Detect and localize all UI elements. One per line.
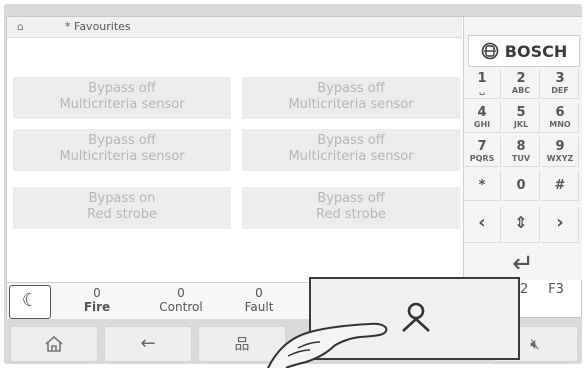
bosch-logo: BOSCH [468, 35, 580, 67]
key-letters: WXYZ [546, 154, 574, 163]
control-counter[interactable]: 0 Control [141, 286, 221, 314]
bosch-armature-icon [481, 42, 499, 60]
key-2[interactable]: 2 ABC [503, 69, 540, 99]
key-digit: 4 [477, 105, 487, 120]
cursor-right-button[interactable]: › [542, 207, 579, 243]
favourite-tile[interactable]: Bypass off Multicriteria sensor [242, 129, 460, 171]
night-mode-button[interactable]: ☾ [9, 285, 51, 319]
favourite-line2: Red strobe [87, 207, 157, 222]
fault-label: Fault [244, 300, 274, 314]
key-0[interactable]: 0 [503, 171, 540, 201]
chevron-right-icon: › [556, 212, 564, 233]
favourite-line1: Bypass off [317, 133, 385, 148]
fire-counter[interactable]: 0 Fire [57, 286, 137, 314]
touch-screen: ⌂ * Favourites Bypass off Multicriteria … [6, 16, 582, 319]
favourite-tile[interactable]: Bypass off Multicriteria sensor [13, 77, 231, 119]
favourite-line1: Bypass off [317, 81, 385, 96]
user-icon [402, 302, 430, 332]
key-4[interactable]: 4 GHI [464, 103, 501, 133]
key-hash[interactable]: # [542, 171, 579, 201]
key-digit: 8 [516, 139, 526, 154]
favourite-line1: Bypass off [88, 133, 156, 148]
title-bar: ⌂ * Favourites [7, 17, 462, 38]
cursor-left-button[interactable]: ‹ [464, 207, 501, 243]
brand-name: BOSCH [504, 41, 568, 61]
back-arrow-icon: ← [140, 333, 156, 354]
fire-count: 0 [93, 286, 101, 300]
favourite-line2: Multicriteria sensor [59, 97, 185, 112]
key-letters: JKL [513, 120, 529, 129]
key-digit: * [478, 178, 486, 193]
key-1[interactable]: 1 ␣ [464, 69, 501, 99]
key-digit: 3 [555, 71, 565, 86]
favourite-line1: Bypass off [88, 81, 156, 96]
favourite-tile[interactable]: Bypass off Red strobe [242, 187, 460, 229]
key-9[interactable]: 9 WXYZ [542, 137, 579, 167]
home-icon [45, 335, 63, 352]
favourite-line1: Bypass off [317, 191, 385, 206]
page-title: * Favourites [65, 20, 131, 33]
key-7[interactable]: 7 PQRS [464, 137, 501, 167]
key-5[interactable]: 5 JKL [503, 103, 540, 133]
key-digit: 1 [477, 71, 487, 86]
key-letters: ␣ [479, 86, 485, 95]
back-button[interactable]: ← [104, 326, 192, 362]
key-digit: 9 [555, 139, 565, 154]
favourite-line2: Multicriteria sensor [288, 149, 414, 164]
key-letters: TUV [511, 154, 531, 163]
favourite-line2: Multicriteria sensor [288, 97, 414, 112]
favourite-line1: Bypass on [88, 191, 156, 206]
home-small-icon[interactable]: ⌂ [17, 21, 35, 33]
favourite-tile[interactable]: Bypass off Multicriteria sensor [13, 129, 231, 171]
favourite-line2: Multicriteria sensor [59, 149, 185, 164]
key-digit: # [554, 178, 566, 193]
key-digit: 6 [555, 105, 565, 120]
moon-icon: ☾ [21, 290, 39, 311]
mute-icon: 🔇︎ [530, 335, 540, 353]
key-letters: DEF [551, 86, 569, 95]
key-digit: 7 [477, 139, 487, 154]
keypad: BOSCH 1 ␣ 2 ABC 3 DEF 4 GHI 5 JKL 6 MNO 7 PQRS … [463, 17, 582, 280]
key-digit: 0 [516, 178, 526, 193]
key-3[interactable]: 3 DEF [542, 69, 579, 99]
favourite-tile[interactable]: Bypass off Multicriteria sensor [242, 77, 460, 119]
fire-label: Fire [83, 300, 111, 314]
function-key-2[interactable]: 2 [520, 282, 528, 297]
enter-button[interactable]: ↵ [464, 249, 582, 279]
key-digit: 5 [516, 105, 526, 120]
home-button[interactable] [10, 326, 98, 362]
network-icon: 品 [234, 335, 250, 353]
key-8[interactable]: 8 TUV [503, 137, 540, 167]
chevron-updown-icon: ⇕ [514, 213, 528, 232]
key-letters: MNO [549, 120, 571, 129]
key-letters: ABC [511, 86, 531, 95]
control-count: 0 [177, 286, 185, 300]
favourite-tile[interactable]: Bypass on Red strobe [13, 187, 231, 229]
function-key-f3[interactable]: F3 [534, 282, 578, 304]
control-label: Control [159, 300, 203, 314]
enter-icon: ↵ [512, 249, 534, 279]
key-digit: 2 [516, 71, 526, 86]
key-letters: GHI [473, 120, 491, 129]
chevron-left-icon: ‹ [478, 212, 486, 233]
key-star[interactable]: * [464, 171, 501, 201]
pointing-hand-icon [267, 322, 388, 368]
cursor-updown-button[interactable]: ⇕ [503, 207, 540, 243]
favourite-line2: Red strobe [316, 207, 386, 222]
key-6[interactable]: 6 MNO [542, 103, 579, 133]
fault-count: 0 [255, 286, 263, 300]
fault-counter[interactable]: 0 Fault [219, 286, 299, 314]
key-letters: PQRS [469, 154, 495, 163]
